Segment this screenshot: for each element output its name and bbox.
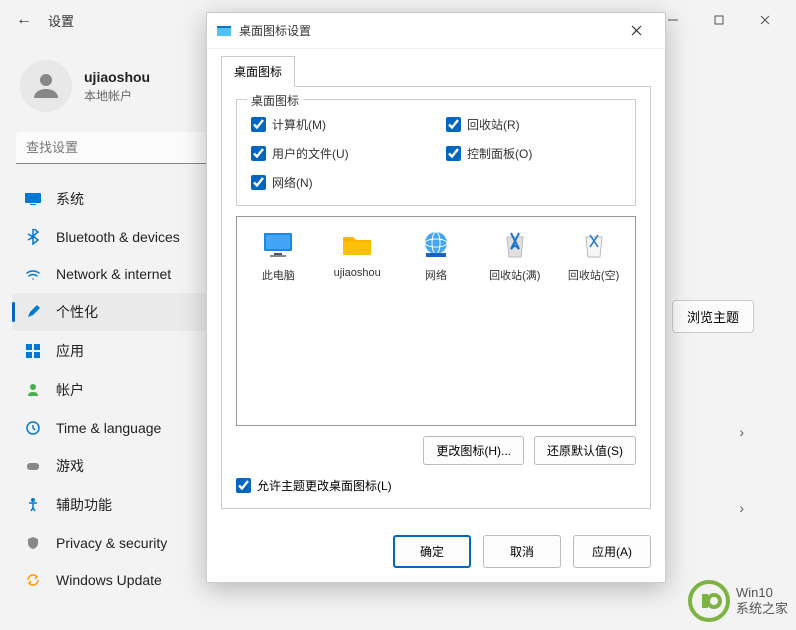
dialog-close-button[interactable] <box>615 16 657 46</box>
browse-theme-button[interactable]: 浏览主题 <box>672 300 754 333</box>
tab-desktop-icons[interactable]: 桌面图标 <box>221 56 295 87</box>
icon-label: ujiaoshou <box>334 267 381 279</box>
username: ujiaoshou <box>84 69 150 85</box>
recycle-empty-icon <box>576 227 612 263</box>
accessibility-icon <box>24 496 42 514</box>
account-type: 本地帐户 <box>84 87 150 104</box>
brush-icon <box>24 303 42 321</box>
sidebar-item-label: Time & language <box>56 420 161 436</box>
checkbox-input[interactable] <box>236 478 251 493</box>
fieldset-legend: 桌面图标 <box>247 92 303 109</box>
watermark: Win10 系统之家 <box>688 580 788 622</box>
icon-item-recycle-empty[interactable]: 回收站(空) <box>558 227 629 283</box>
close-button[interactable] <box>742 4 788 36</box>
sidebar-item-label: 系统 <box>56 189 84 209</box>
expander-row[interactable]: › <box>727 412 756 452</box>
icon-item-this-pc[interactable]: 此电脑 <box>243 227 314 283</box>
apps-icon <box>24 342 42 360</box>
sidebar-item-label: 个性化 <box>56 302 98 322</box>
icon-preview-list: 此电脑 ujiaoshou 网络 回收站(满) 回收站(空) <box>236 216 636 426</box>
gaming-icon <box>24 457 42 475</box>
expander-row[interactable]: › <box>727 488 756 528</box>
watermark-line2: 系统之家 <box>736 601 788 617</box>
system-icon <box>24 190 42 208</box>
desktop-icon-settings-dialog: 桌面图标设置 桌面图标 桌面图标 计算机(M) 回收站(R) 用户的文件(U) … <box>206 12 666 583</box>
change-icon-button[interactable]: 更改图标(H)... <box>423 436 524 465</box>
avatar <box>20 60 72 112</box>
cancel-button[interactable]: 取消 <box>483 535 561 568</box>
monitor-icon <box>260 227 296 263</box>
allow-theme-checkbox[interactable]: 允许主题更改桌面图标(L) <box>236 477 636 494</box>
restore-default-button[interactable]: 还原默认值(S) <box>534 436 636 465</box>
checkbox-input[interactable] <box>251 146 266 161</box>
folder-icon <box>339 227 375 263</box>
bluetooth-icon <box>24 228 42 246</box>
icon-label: 此电脑 <box>262 267 295 283</box>
sidebar-item-label: 辅助功能 <box>56 495 112 515</box>
accounts-icon <box>24 381 42 399</box>
icon-label: 回收站(满) <box>489 267 540 283</box>
checkbox-input[interactable] <box>446 117 461 132</box>
dialog-footer: 确定 取消 应用(A) <box>207 523 665 582</box>
icon-item-recycle-full[interactable]: 回收站(满) <box>479 227 550 283</box>
icon-label: 网络 <box>425 267 447 283</box>
sidebar-item-label: Privacy & security <box>56 535 167 551</box>
desktop-icons-fieldset: 桌面图标 计算机(M) 回收站(R) 用户的文件(U) 控制面板(O) 网络(N… <box>236 99 636 206</box>
icon-label: 回收站(空) <box>568 267 619 283</box>
dialog-icon <box>215 22 233 40</box>
icon-item-network[interactable]: 网络 <box>401 227 472 283</box>
sidebar-item-label: 应用 <box>56 341 84 361</box>
maximize-button[interactable] <box>696 4 742 36</box>
shield-icon <box>24 534 42 552</box>
watermark-line1: Win10 <box>736 585 788 601</box>
globe-icon <box>418 227 454 263</box>
checkbox-input[interactable] <box>446 146 461 161</box>
sidebar-item-label: 帐户 <box>56 380 84 400</box>
icon-item-user-folder[interactable]: ujiaoshou <box>322 227 393 279</box>
checkbox-network[interactable]: 网络(N) <box>251 174 426 191</box>
recycle-full-icon <box>497 227 533 263</box>
apply-button[interactable]: 应用(A) <box>573 535 651 568</box>
wifi-icon <box>24 265 42 283</box>
dialog-title: 桌面图标设置 <box>239 22 311 39</box>
watermark-logo-icon <box>688 580 730 622</box>
checkbox-computer[interactable]: 计算机(M) <box>251 116 426 133</box>
ok-button[interactable]: 确定 <box>393 535 471 568</box>
sidebar-item-label: 游戏 <box>56 456 84 476</box>
clock-icon <box>24 419 42 437</box>
sidebar-item-label: Network & internet <box>56 266 171 282</box>
checkbox-input[interactable] <box>251 117 266 132</box>
chevron-right-icon: › <box>739 424 744 440</box>
sidebar-item-label: Windows Update <box>56 572 162 588</box>
back-button[interactable]: ← <box>8 4 40 36</box>
chevron-right-icon: › <box>739 500 744 516</box>
dialog-titlebar: 桌面图标设置 <box>207 13 665 49</box>
sidebar-item-label: Bluetooth & devices <box>56 229 180 245</box>
window-title: 设置 <box>48 11 74 30</box>
checkbox-userfiles[interactable]: 用户的文件(U) <box>251 145 426 162</box>
checkbox-input[interactable] <box>251 175 266 190</box>
update-icon <box>24 571 42 589</box>
checkbox-control[interactable]: 控制面板(O) <box>446 145 621 162</box>
checkbox-recycle[interactable]: 回收站(R) <box>446 116 621 133</box>
